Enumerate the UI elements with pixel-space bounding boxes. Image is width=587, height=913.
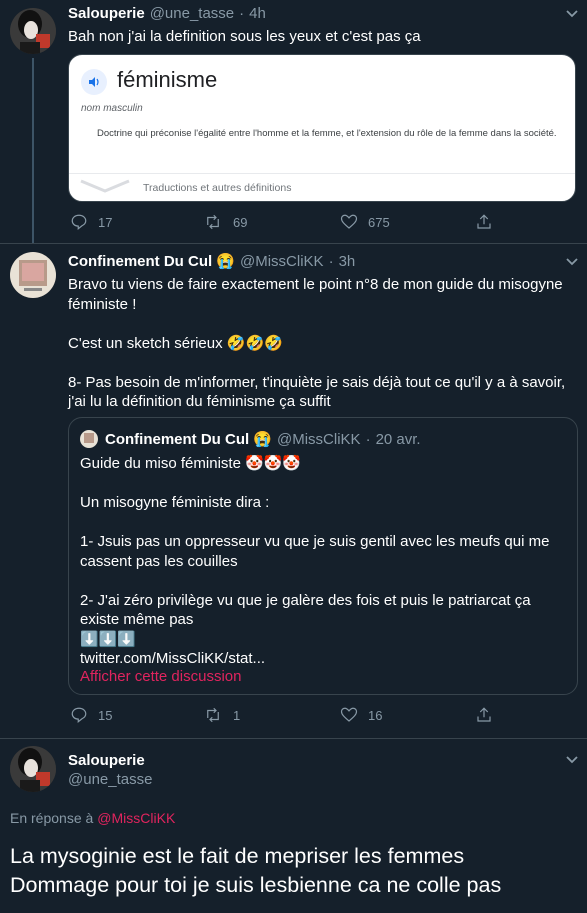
- quote-avatar[interactable]: [80, 430, 98, 448]
- reply-count: 17: [98, 214, 113, 230]
- like-button[interactable]: 16: [340, 706, 382, 724]
- reply-button[interactable]: 17: [70, 213, 112, 231]
- author-handle[interactable]: @une_tasse: [150, 5, 234, 22]
- card-divider: [69, 173, 575, 174]
- share-button[interactable]: [475, 213, 493, 231]
- retweet-button[interactable]: 1: [203, 706, 240, 724]
- retweet-icon: [207, 214, 219, 230]
- dot-separator: ·: [328, 253, 334, 270]
- card-definition: Doctrine qui préconise l'égalité entre l…: [97, 128, 557, 139]
- reply-to-link[interactable]: @MissCliKK: [97, 810, 175, 826]
- author-handle[interactable]: @une_tasse: [68, 771, 152, 788]
- reply-button[interactable]: 15: [70, 706, 112, 724]
- quote-author-handle[interactable]: @MissCliKK: [277, 431, 361, 448]
- divider: [0, 243, 587, 244]
- expand-chevron-icon[interactable]: [79, 179, 131, 198]
- tweet-time[interactable]: 4h: [249, 5, 266, 22]
- retweet-count: 1: [233, 707, 241, 723]
- like-count: 675: [368, 214, 390, 230]
- retweet-button[interactable]: 69: [203, 213, 247, 231]
- like-count: 16: [368, 707, 383, 723]
- divider: [0, 738, 587, 739]
- chevron-down-icon[interactable]: [565, 754, 579, 768]
- show-thread-link[interactable]: Afficher cette discussion: [80, 668, 241, 685]
- reply-icon: [71, 214, 87, 230]
- retweet-count: 69: [233, 214, 248, 230]
- tweet-text: Bah non j'ai la definition sous les yeux…: [68, 28, 421, 45]
- heart-icon: [340, 707, 358, 722]
- speaker-icon[interactable]: [81, 69, 107, 95]
- quote-text: Guide du miso féministe 🤡🤡🤡 Un misogyne …: [80, 455, 550, 667]
- avatar[interactable]: [10, 252, 56, 298]
- avatar[interactable]: [10, 746, 56, 792]
- reply-context: En réponse à @MissCliKK: [10, 810, 175, 826]
- quote-author-name[interactable]: Confinement Du Cul 😭: [105, 430, 272, 448]
- definition-card[interactable]: féminisme nom masculin Doctrine qui préc…: [68, 54, 576, 202]
- thread-line: [32, 58, 34, 243]
- heart-icon: [340, 214, 358, 229]
- reply-count: 15: [98, 707, 113, 723]
- author-name[interactable]: Confinement Du Cul 😭: [68, 252, 235, 270]
- quoted-tweet[interactable]: Confinement Du Cul 😭 @MissCliKK · 20 avr…: [68, 417, 578, 695]
- tweet-text: Bravo tu viens de faire exactement le po…: [68, 276, 566, 410]
- author-name[interactable]: Salouperie: [68, 752, 145, 769]
- share-icon: [477, 214, 491, 229]
- card-footer-link[interactable]: Traductions et autres définitions: [143, 182, 291, 194]
- tweet-time[interactable]: 3h: [339, 253, 356, 270]
- reply-prefix: En réponse à: [10, 810, 94, 826]
- share-icon: [477, 707, 491, 722]
- card-word: féminisme: [117, 67, 218, 92]
- dot-separator: ·: [365, 431, 371, 448]
- chevron-down-icon[interactable]: [565, 8, 579, 22]
- avatar[interactable]: [10, 8, 56, 54]
- chevron-down-icon[interactable]: [565, 256, 579, 270]
- author-name[interactable]: Salouperie: [68, 5, 145, 22]
- quote-time[interactable]: 20 avr.: [376, 431, 421, 448]
- like-button[interactable]: 675: [340, 213, 390, 231]
- tweet-text: La mysoginie est le fait de mepriser les…: [10, 844, 502, 897]
- retweet-icon: [207, 707, 219, 723]
- dot-separator: ·: [239, 5, 245, 22]
- author-handle[interactable]: @MissCliKK: [240, 253, 324, 270]
- share-button[interactable]: [475, 706, 493, 724]
- reply-icon: [71, 707, 87, 723]
- card-pos: nom masculin: [81, 103, 143, 114]
